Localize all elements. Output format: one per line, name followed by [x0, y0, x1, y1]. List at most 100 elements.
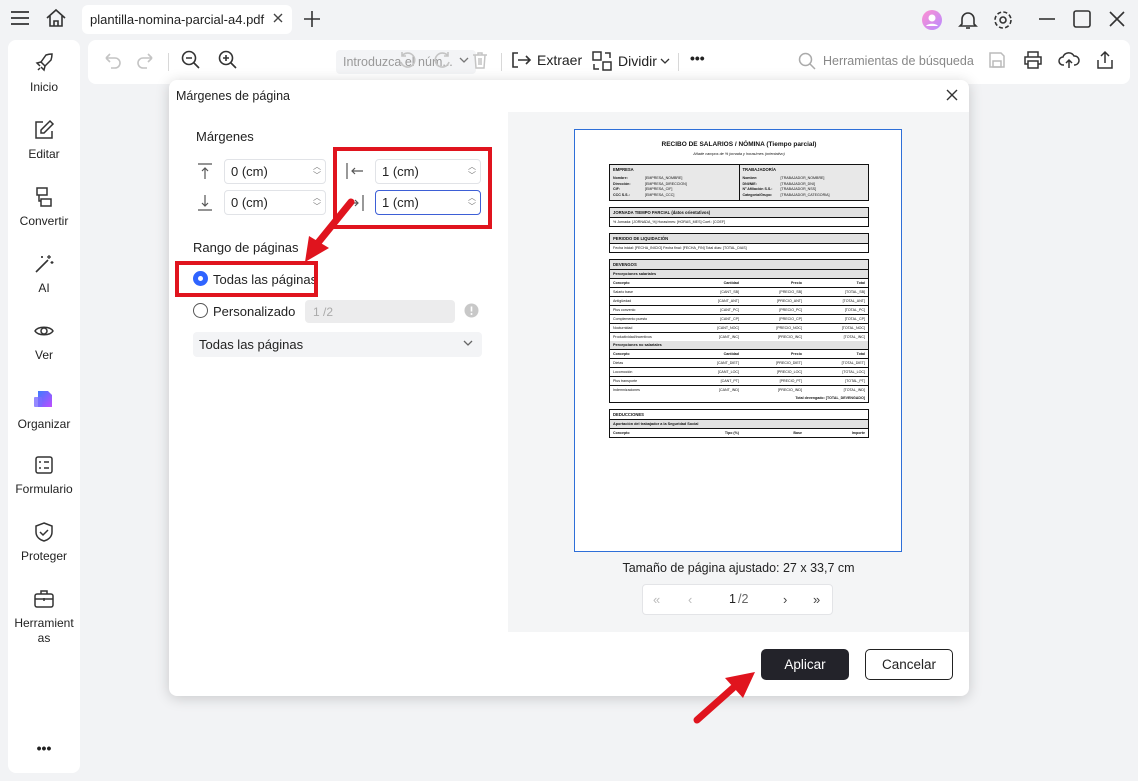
edit-icon [35, 119, 55, 139]
toolbox-icon [34, 590, 54, 608]
doc-cell: Importe [851, 431, 865, 435]
doc-text: Nº Afiliación S.S.: [742, 187, 773, 191]
doc-subtitle: Añade campos de % jornada y horas/mes (o… [693, 152, 785, 156]
table-row: Antigüedad [CANT_ANT] [PRECIO_ANT] [TOTAL_A… [610, 297, 868, 306]
ai-wand-icon [35, 255, 54, 273]
doc-devengos-box: DEVENGOS Percepciones salariales Concept… [609, 259, 869, 403]
rotate-left-icon[interactable] [397, 50, 417, 70]
cloud-upload-icon[interactable] [1058, 50, 1080, 70]
annotation-arrow-icon [305, 198, 355, 262]
next-page-icon[interactable]: › [783, 592, 787, 607]
sidebar-item-convertir[interactable]: Convertir [8, 186, 80, 228]
more-tools-button[interactable]: ••• [690, 50, 705, 66]
settings-gear-icon[interactable] [992, 9, 1014, 31]
table-row: Concepto Cantidad Precio Total [610, 279, 868, 288]
chevron-down-icon [459, 54, 469, 68]
bell-icon[interactable] [957, 9, 979, 31]
first-page-icon[interactable]: « [653, 592, 660, 607]
form-icon [35, 456, 53, 474]
sidebar-label: Proteger [20, 549, 68, 563]
current-page[interactable]: 1 [729, 592, 736, 606]
search-tools-label: Herramientas de búsqueda [823, 54, 974, 68]
sidebar-item-ver[interactable]: Ver [8, 320, 80, 362]
doc-cell: Plus convenio [613, 308, 636, 312]
sidebar-label: Ver [34, 348, 53, 362]
doc-total: Total devengado: [TOTAL_DEVENGADO] [795, 396, 865, 400]
sidebar-item-organizar[interactable]: Organizar [8, 387, 80, 431]
doc-deducciones-box: DEDUCCIONES Aportación del trabajador a … [609, 409, 869, 438]
new-tab-icon[interactable] [302, 9, 322, 29]
main-toolbar: Introduzca el núm... Extraer Dividir •••… [88, 40, 1130, 84]
margins-heading: Márgenes [196, 129, 254, 144]
close-dialog-icon[interactable] [945, 88, 959, 107]
stepper-arrows-icon[interactable]: ︿ ﹀ [313, 162, 321, 180]
table-row: Plus convenio [CANT_PC] [PRECIO_PC] [TOTAL_… [610, 306, 868, 315]
margin-top-value: 0 (cm) [231, 164, 268, 179]
share-icon[interactable] [1095, 50, 1115, 70]
doc-cell: [CANT_DIET] [717, 361, 739, 365]
document-tab[interactable]: plantilla-nomina-parcial-a4.pdf [82, 5, 292, 34]
doc-subheading: Aportación del trabajador a la Seguridad… [610, 420, 868, 429]
split-button[interactable]: Dividir [591, 50, 670, 72]
page-subset-select[interactable]: Todas las páginas [193, 332, 482, 357]
sidebar-item-herramientas[interactable]: Herramientas [8, 588, 80, 646]
margin-top-stepper[interactable]: 0 (cm) ︿ ﹀ [224, 159, 326, 184]
prev-page-icon[interactable]: ‹ [688, 592, 692, 607]
doc-text: [EMPRESA_CIF] [645, 187, 673, 191]
doc-cell: [CANT_SB] [720, 290, 739, 294]
doc-cell: [PRECIO_NOC] [776, 326, 802, 330]
preview-panel: RECIBO DE SALARIOS / NÓMINA (Tiempo parc… [508, 112, 969, 632]
print-icon[interactable] [1023, 50, 1043, 70]
doc-subheading: Percepciones salariales [610, 270, 868, 279]
doc-jornada-box: JORNADA TIEMPO PARCIAL (datos orientativ… [609, 207, 869, 227]
close-tab-icon[interactable] [272, 12, 284, 27]
close-window-icon[interactable] [1107, 9, 1127, 29]
sidebar-item-inicio[interactable]: Inicio [8, 52, 80, 94]
zoom-in-icon[interactable] [218, 50, 238, 70]
annotation-arrow-icon [693, 672, 755, 724]
doc-text: CCC S.S.: [613, 192, 630, 197]
rotate-right-icon[interactable] [433, 50, 453, 70]
table-row: Dietas [CANT_DIET] [PRECIO_DIET] [TOTAL_DIE… [610, 359, 868, 368]
custom-range-input: 1 /2 [305, 300, 455, 323]
extract-button[interactable]: Extraer [510, 50, 582, 70]
undo-icon[interactable] [102, 50, 122, 70]
apply-button[interactable]: Aplicar [761, 649, 849, 680]
sidebar-item-editar[interactable]: Editar [8, 119, 80, 161]
menu-icon[interactable] [10, 9, 30, 27]
avatar[interactable] [921, 9, 943, 31]
doc-cell: [CANT_ANT] [718, 299, 739, 303]
sidebar-label: Inicio [29, 80, 58, 94]
doc-cell: Locomoción [613, 370, 633, 374]
doc-text: CIF: [613, 187, 620, 191]
redo-icon[interactable] [136, 50, 156, 70]
doc-cell: Salario base [613, 290, 633, 294]
doc-periodo-box: PERIODO DE LIQUIDACIÓN Fecha inicial: [F… [609, 233, 869, 253]
radio-custom-label[interactable]: Personalizado [213, 304, 295, 319]
delete-icon[interactable] [470, 50, 490, 70]
minimize-icon[interactable] [1037, 9, 1057, 29]
last-page-icon[interactable]: » [813, 592, 820, 607]
search-tools-button[interactable]: Herramientas de búsqueda [798, 52, 974, 70]
radio-custom[interactable] [193, 303, 208, 318]
cancel-button[interactable]: Cancelar [865, 649, 953, 680]
sidebar-item-proteger[interactable]: Proteger [8, 521, 80, 563]
table-row: Locomoción [CANT_LOC] [PRECIO_LOC] [TOTAL_L… [610, 368, 868, 377]
doc-cell: Concepto [613, 352, 630, 356]
zoom-out-icon[interactable] [181, 50, 201, 70]
doc-heading: TRABAJADOR/A [742, 167, 777, 172]
sidebar-more-button[interactable]: ••• [8, 740, 80, 756]
page-size-label: Tamaño de página ajustado: 27 x 33,7 cm [622, 561, 855, 575]
sidebar-item-ai[interactable]: AI [8, 253, 80, 295]
maximize-icon[interactable] [1072, 9, 1092, 29]
home-icon[interactable] [45, 8, 67, 28]
total-pages: /2 [738, 592, 749, 606]
doc-text: % Jornada: [JORNADA_%] Horas/mes: [HORAS… [613, 220, 726, 224]
doc-text: Nombre: [613, 176, 628, 180]
info-icon[interactable] [464, 303, 479, 318]
sidebar-item-formulario[interactable]: Formulario [8, 454, 80, 496]
doc-text: [EMPRESA_NOMBRE] [645, 176, 683, 180]
doc-heading: EMPRESA [613, 167, 634, 172]
table-row: Indemnizaciones [CANT_IND] [PRECIO_IND] [TO… [610, 386, 868, 394]
save-icon[interactable] [987, 50, 1007, 70]
